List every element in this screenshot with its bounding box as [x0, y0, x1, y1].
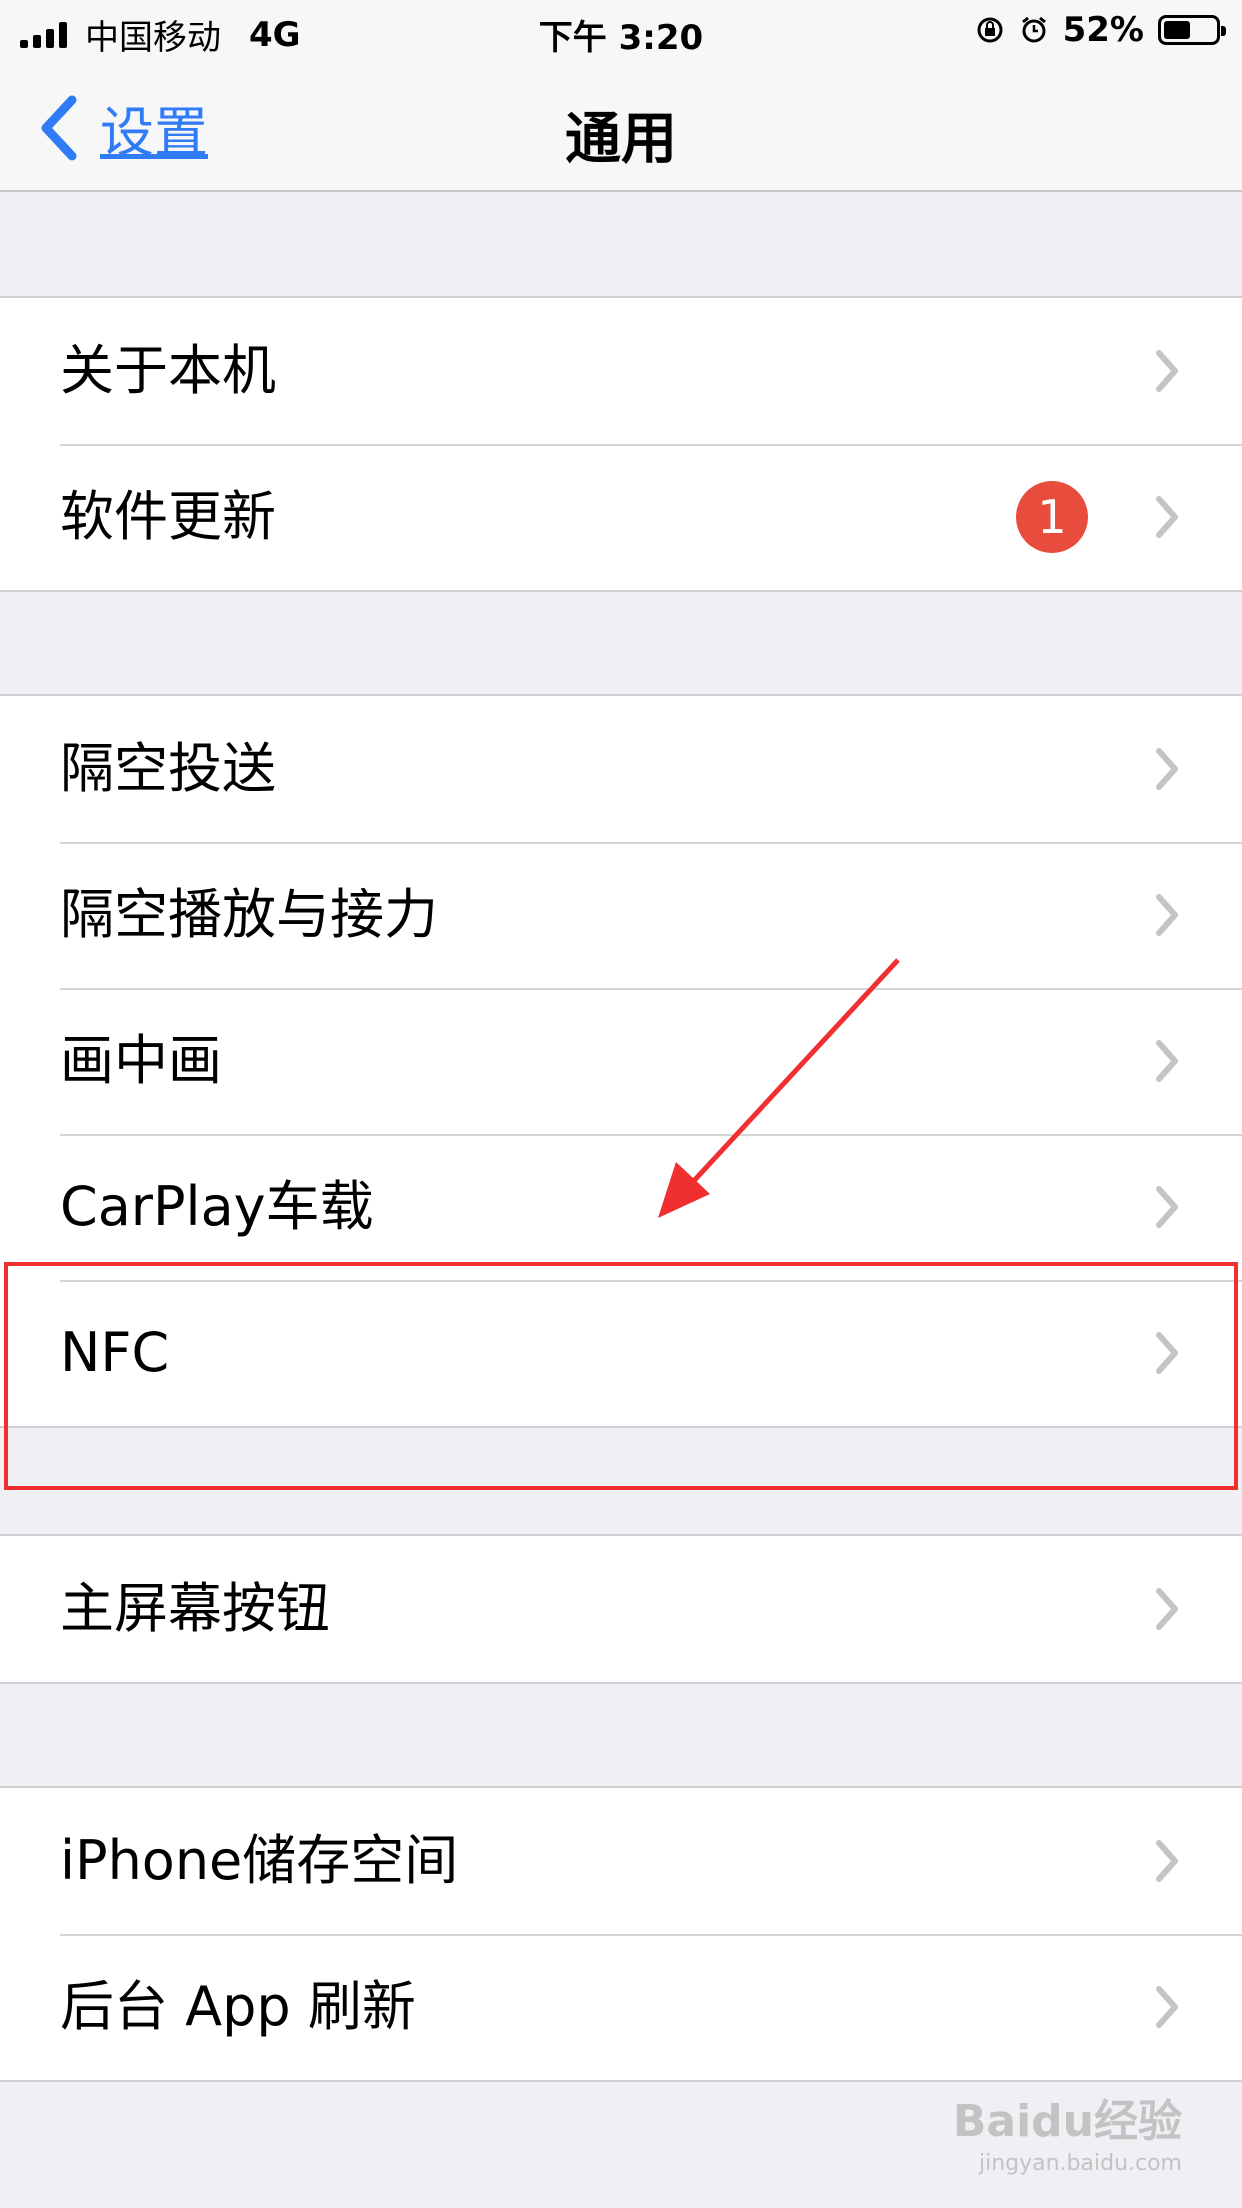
- page-title: 通用: [565, 107, 677, 172]
- row-home-button[interactable]: 主屏幕按钮: [0, 1536, 1242, 1682]
- settings-group-about: 关于本机 软件更新 1: [0, 296, 1242, 592]
- chevron-right-icon: [1156, 350, 1178, 392]
- notification-badge: 1: [1016, 481, 1088, 553]
- watermark-logo: Baidu经验: [952, 2096, 1182, 2147]
- row-label: 软件更新: [60, 485, 276, 548]
- chevron-right-icon: [1156, 1186, 1178, 1228]
- battery-percent: 52%: [1062, 10, 1144, 50]
- watermark: Baidu经验 jingyan.baidu.com: [953, 2085, 1182, 2176]
- settings-group-home: 主屏幕按钮: [0, 1534, 1242, 1684]
- chevron-right-icon: [1156, 496, 1178, 538]
- watermark-url: jingyan.baidu.com: [978, 2151, 1182, 2176]
- navigation-bar: 设置 通用: [0, 62, 1242, 192]
- status-bar: 中国移动 4G 下午 3:20 52%: [0, 0, 1242, 62]
- row-label: 隔空投送: [60, 737, 276, 800]
- chevron-right-icon: [1156, 1332, 1178, 1374]
- alarm-icon: [1021, 16, 1046, 43]
- row-picture-in-picture[interactable]: 画中画: [0, 988, 1242, 1134]
- settings-group-storage: iPhone储存空间 后台 App 刷新: [0, 1786, 1242, 2082]
- battery-cap: [1221, 26, 1226, 36]
- settings-group-connectivity: 隔空投送 隔空播放与接力 画中画 CarPlay车载 NFC: [0, 694, 1242, 1428]
- chevron-right-icon: [1156, 1986, 1178, 2028]
- chevron-right-icon: [1156, 1840, 1178, 1882]
- row-airdrop[interactable]: 隔空投送: [0, 696, 1242, 842]
- chevron-right-icon: [1156, 748, 1178, 790]
- row-software-update[interactable]: 软件更新 1: [0, 444, 1242, 590]
- rotation-lock-icon: [977, 17, 1003, 43]
- row-airplay-handoff[interactable]: 隔空播放与接力: [0, 842, 1242, 988]
- row-label: 主屏幕按钮: [60, 1577, 330, 1640]
- row-background-app-refresh[interactable]: 后台 App 刷新: [0, 1934, 1242, 2080]
- row-label: 关于本机: [60, 339, 276, 402]
- row-label: iPhone储存空间: [60, 1829, 459, 1892]
- row-nfc[interactable]: NFC: [0, 1280, 1242, 1426]
- chevron-right-icon: [1156, 1588, 1178, 1630]
- chevron-right-icon: [1156, 1040, 1178, 1082]
- battery-icon: [1158, 15, 1226, 45]
- battery-fill: [1164, 21, 1190, 39]
- row-label: NFC: [60, 1321, 170, 1384]
- row-label: 画中画: [60, 1029, 222, 1092]
- row-iphone-storage[interactable]: iPhone储存空间: [0, 1788, 1242, 1934]
- row-label: CarPlay车载: [60, 1175, 374, 1238]
- chevron-right-icon: [1156, 894, 1178, 936]
- row-label: 后台 App 刷新: [60, 1975, 416, 2038]
- status-right: 52%: [975, 10, 1226, 50]
- row-about-device[interactable]: 关于本机: [0, 298, 1242, 444]
- row-carplay[interactable]: CarPlay车载: [0, 1134, 1242, 1280]
- row-label: 隔空播放与接力: [60, 883, 438, 946]
